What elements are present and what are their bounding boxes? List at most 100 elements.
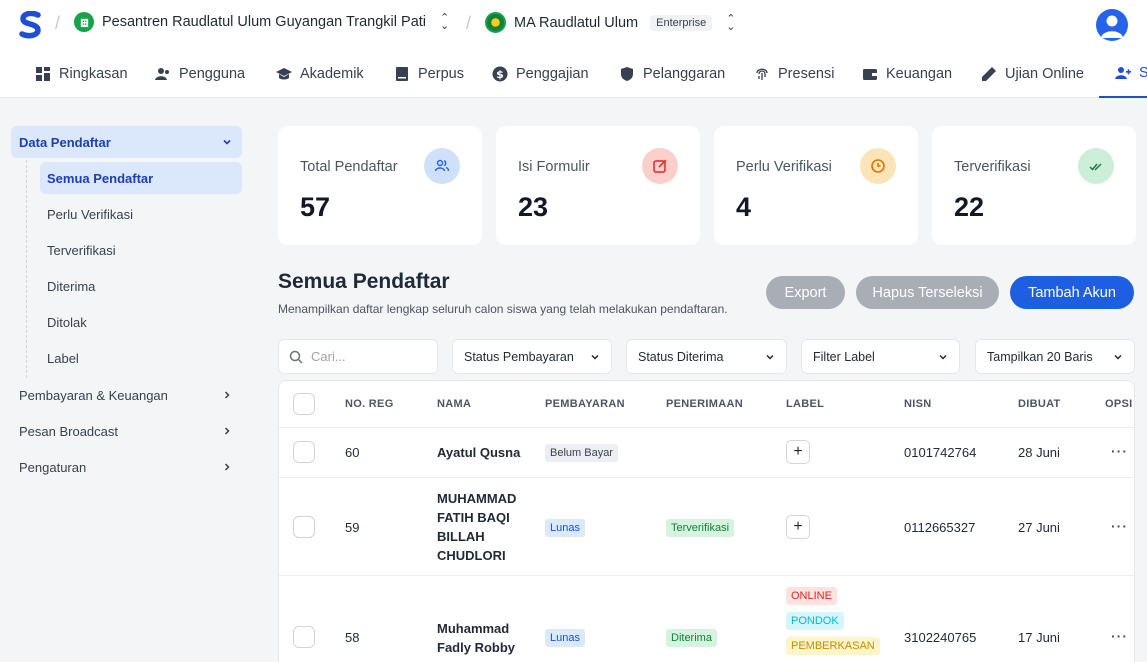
row-divider <box>279 477 1134 478</box>
sidebar: Data Pendaftar Semua Pendaftar Perlu Ver… <box>0 98 256 662</box>
top-bar: / Pesantren Raudlatul Ulum Guyangan Tran… <box>0 0 1147 50</box>
fingerprint-icon <box>756 68 768 80</box>
column-header[interactable]: NISN <box>904 398 931 410</box>
chevron-updown-icon: ⌃ ⌄ <box>726 12 736 33</box>
chevron-right-icon <box>224 427 230 435</box>
nav-label: Ujian Online <box>1005 66 1084 82</box>
nav-perpus[interactable]: Perpus <box>394 50 464 98</box>
nav-ringkasan[interactable]: Ringkasan <box>35 50 128 98</box>
add-label-button[interactable]: + <box>786 515 810 539</box>
rows-per-page-select[interactable]: Tampilkan 20 Baris <box>975 339 1135 374</box>
user-avatar[interactable] <box>1096 9 1128 41</box>
sidebar-item-broadcast[interactable]: Pesan Broadcast <box>11 415 242 447</box>
payment-status-select[interactable]: Status Pembayaran <box>452 339 612 374</box>
breadcrumb-separator: / <box>466 13 472 33</box>
row-checkbox[interactable] <box>293 626 315 648</box>
column-header[interactable]: PEMBAYARAN <box>545 398 625 410</box>
nav-label: Pelanggaran <box>643 66 726 82</box>
select-all-checkbox[interactable] <box>293 393 315 415</box>
school-group-selector[interactable]: Pesantren Raudlatul Ulum Guyangan Trangk… <box>74 12 449 32</box>
sidebar-item-label: Pembayaran & Keuangan <box>19 387 168 403</box>
more-options-icon[interactable]: ··· <box>1111 628 1128 644</box>
stat-label: Isi Formulir <box>518 159 590 175</box>
nav-pengguna[interactable]: Pengguna <box>155 50 245 98</box>
sidebar-item-terverifikasi[interactable]: Terverifikasi <box>40 234 242 266</box>
sidebar-item-label: Pengaturan <box>19 459 87 475</box>
reg-number: 58 <box>345 630 360 645</box>
chevron-down-icon <box>1114 354 1122 360</box>
label-badge-online: ONLINE <box>786 587 837 605</box>
sidebar-item-perlu-verifikasi[interactable]: Perlu Verifikasi <box>40 198 242 230</box>
column-header[interactable]: PENERIMAAN <box>666 398 743 410</box>
add-label-button[interactable]: + <box>786 440 810 464</box>
school-selector[interactable]: MA Raudlatul Ulum Enterprise ⌃ ⌄ <box>485 12 735 33</box>
nav-akademik[interactable]: Akademik <box>276 50 364 98</box>
column-header[interactable]: NO. REG <box>345 398 394 410</box>
column-header: OPSI <box>1105 398 1133 410</box>
payment-badge: Lunas <box>545 629 585 647</box>
payment-badge: Belum Bayar <box>545 444 618 462</box>
chevron-down-icon <box>939 354 947 360</box>
row-divider <box>279 575 1134 576</box>
row-checkbox[interactable] <box>293 441 315 463</box>
accepted-status-select[interactable]: Status Diterima <box>626 339 787 374</box>
delete-selected-button[interactable]: Hapus Terseleksi <box>856 276 999 309</box>
sidebar-group-data-pendaftar[interactable]: Data Pendaftar <box>11 126 242 158</box>
users-icon <box>424 148 460 184</box>
nav-label: Ringkasan <box>59 66 128 82</box>
building-icon <box>74 12 94 32</box>
sidebar-item-semua-pendaftar[interactable]: Semua Pendaftar <box>40 162 242 194</box>
stat-value: 57 <box>300 192 331 222</box>
stat-card-perlu-verifikasi[interactable]: Perlu Verifikasi 4 <box>714 126 918 245</box>
column-header[interactable]: NAMA <box>437 398 471 410</box>
row-checkbox[interactable] <box>293 516 315 538</box>
label-filter-select[interactable]: Filter Label <box>801 339 960 374</box>
stat-value: 23 <box>518 192 549 222</box>
chevron-down-icon <box>223 139 231 145</box>
sidebar-group-label: Data Pendaftar <box>19 134 111 150</box>
export-button[interactable]: Export <box>766 276 845 309</box>
svg-text:$: $ <box>496 68 504 81</box>
sidebar-item-ditolak[interactable]: Ditolak <box>40 306 242 338</box>
label-badge-pemberkasan: PEMBERKASAN <box>786 637 880 655</box>
nav-pelanggaran[interactable]: Pelanggaran <box>619 50 725 98</box>
school-seal-icon <box>485 12 506 33</box>
nav-label: Pengguna <box>179 66 246 82</box>
page-subtitle: Menampilkan daftar lengkap seluruh calon… <box>278 302 728 316</box>
tree-line <box>26 160 27 378</box>
sidebar-item-label[interactable]: Label <box>40 342 242 374</box>
sidebar-item-diterima[interactable]: Diterima <box>40 270 242 302</box>
nav-keuangan[interactable]: Keuangan <box>862 50 952 98</box>
page-title: Semua Pendaftar <box>278 270 450 293</box>
stat-card-terverifikasi[interactable]: Terverifikasi 22 <box>932 126 1136 245</box>
breadcrumb-separator: / <box>55 13 61 33</box>
row-divider <box>279 427 1134 428</box>
more-options-icon[interactable]: ··· <box>1111 443 1128 459</box>
sidebar-item-pengaturan[interactable]: Pengaturan <box>11 451 242 483</box>
registrant-name[interactable]: MUHAMMAD FATIH BAQI BILLAH CHUDLORI <box>437 489 537 565</box>
chevron-updown-icon: ⌃ ⌄ <box>440 12 450 32</box>
school-name: MA Raudlatul Ulum <box>514 14 639 31</box>
nav-spmb[interactable]: S <box>1099 50 1147 98</box>
wallet-icon <box>863 69 877 80</box>
nav-label: Penggajian <box>516 66 589 82</box>
column-header[interactable]: LABEL <box>786 398 824 410</box>
sidebar-item-pembayaran[interactable]: Pembayaran & Keuangan <box>11 379 242 411</box>
column-header[interactable]: DIBUAT <box>1018 398 1061 410</box>
nav-penggajian[interactable]: $ Penggajian <box>492 50 589 98</box>
nav-presensi[interactable]: Presensi <box>754 50 834 98</box>
more-options-icon[interactable]: ··· <box>1111 518 1128 534</box>
nisn: 0112665327 <box>904 520 976 535</box>
user-icon <box>1101 15 1123 38</box>
registrant-name[interactable]: Muhammad Fadly Robby <box>437 619 537 657</box>
app-logo-icon[interactable] <box>18 11 44 39</box>
stat-card-total[interactable]: Total Pendaftar 57 <box>278 126 482 245</box>
nav-ujian-online[interactable]: Ujian Online <box>981 50 1084 98</box>
nav-label: Presensi <box>778 66 835 82</box>
search-input[interactable]: Cari... <box>278 339 438 374</box>
registrant-name[interactable]: Ayatul Qusna <box>437 443 537 462</box>
nav-label: Akademik <box>300 66 364 82</box>
add-account-button[interactable]: Tambah Akun <box>1010 276 1134 309</box>
stat-card-isi-formulir[interactable]: Isi Formulir 23 <box>496 126 700 245</box>
reg-number: 59 <box>345 520 360 535</box>
